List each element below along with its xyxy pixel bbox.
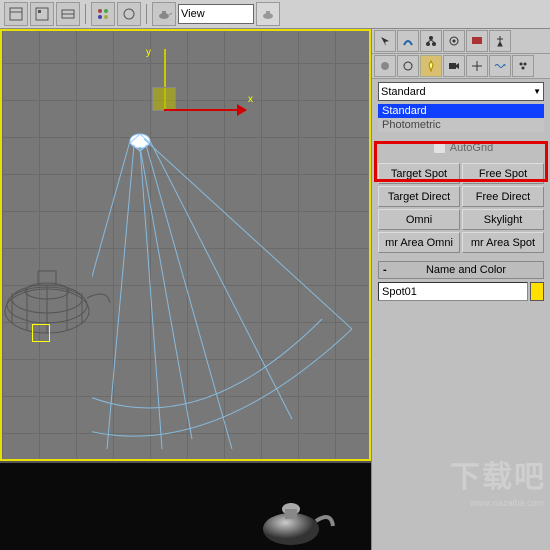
color-swatch[interactable] — [530, 282, 544, 301]
teapot-icon[interactable] — [152, 2, 176, 26]
viewport-top[interactable]: x y — [0, 29, 371, 461]
toolbar-icon-3[interactable] — [56, 2, 80, 26]
teapot-wireframe — [2, 263, 112, 338]
watermark-text: 下载吧 — [450, 452, 546, 496]
axis-x-label: x — [248, 94, 253, 105]
shapes-icon[interactable] — [397, 55, 419, 77]
utilities-icon[interactable] — [489, 30, 511, 52]
top-toolbar — [0, 0, 550, 29]
toolbar-icon-1[interactable] — [4, 2, 28, 26]
target-icon[interactable] — [32, 324, 50, 342]
viewport-perspective[interactable] — [0, 461, 371, 550]
object-name-input[interactable] — [378, 282, 528, 301]
watermark-url: www.xiazaiba.com — [470, 498, 544, 508]
lights-icon[interactable] — [420, 55, 442, 77]
rollout-collapse-icon: - — [383, 264, 393, 276]
panel-tab-row-2 — [372, 54, 550, 79]
mr-area-spot-button[interactable]: mr Area Spot — [462, 232, 544, 253]
axis-y-label: y — [146, 47, 151, 58]
dropdown-value: Standard — [381, 86, 426, 98]
hierarchy-icon[interactable] — [420, 30, 442, 52]
rollout-title: Name and Color — [393, 264, 539, 276]
name-color-rollout[interactable]: - Name and Color — [378, 261, 544, 279]
view-dropdown[interactable] — [178, 4, 254, 24]
render-teapot-icon[interactable] — [256, 2, 280, 26]
gizmo[interactable]: x y — [152, 49, 252, 129]
chevron-down-icon: ▼ — [533, 87, 541, 96]
highlight-box — [374, 141, 548, 182]
arc-icon[interactable] — [397, 30, 419, 52]
dropdown-option-standard[interactable]: Standard — [378, 104, 544, 118]
cameras-icon[interactable] — [443, 55, 465, 77]
display-icon[interactable] — [466, 30, 488, 52]
free-direct-button[interactable]: Free Direct — [462, 186, 544, 207]
skylight-button[interactable]: Skylight — [462, 209, 544, 230]
toolbar-icon-5[interactable] — [117, 2, 141, 26]
toolbar-icon-4[interactable] — [91, 2, 115, 26]
spacewarps-icon[interactable] — [489, 55, 511, 77]
light-type-dropdown[interactable]: Standard ▼ — [378, 82, 544, 101]
command-panel: Standard ▼ Standard Photometric AutoGrid… — [371, 29, 550, 550]
spotlight-cone — [92, 129, 352, 449]
panel-tab-row-1 — [372, 29, 550, 54]
sphere-icon[interactable] — [374, 55, 396, 77]
helpers-icon[interactable] — [466, 55, 488, 77]
rendered-teapot — [251, 491, 341, 546]
systems-icon[interactable] — [512, 55, 534, 77]
motion-icon[interactable] — [443, 30, 465, 52]
mr-area-omni-button[interactable]: mr Area Omni — [378, 232, 460, 253]
dropdown-option-photometric[interactable]: Photometric — [378, 118, 544, 132]
target-direct-button[interactable]: Target Direct — [378, 186, 460, 207]
toolbar-icon-2[interactable] — [30, 2, 54, 26]
omni-button[interactable]: Omni — [378, 209, 460, 230]
arrow-icon[interactable] — [374, 30, 396, 52]
